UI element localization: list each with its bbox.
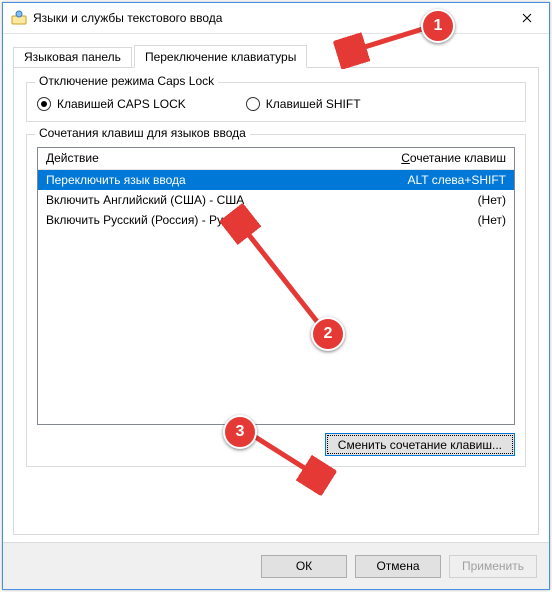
window-title: Языки и службы текстового ввода	[33, 11, 504, 25]
change-button-row: Сменить сочетание клавиш...	[37, 433, 515, 456]
tab-keyboard-switch[interactable]: Переключение клавиатуры	[134, 45, 307, 68]
change-hotkey-button[interactable]: Сменить сочетание клавиш...	[325, 433, 515, 456]
row-hotkey: (Нет)	[366, 213, 506, 227]
dialog-window: Языки и службы текстового ввода Языковая…	[2, 2, 550, 590]
hotkeys-listbox[interactable]: Действие Сочетание клавиш Переключить яз…	[37, 147, 515, 425]
button-label: ОК	[296, 559, 312, 573]
group-legend: Отключение режима Caps Lock	[35, 74, 218, 88]
tabpage-keyboard-switch: Отключение режима Caps Lock Клавишей CAP…	[13, 67, 539, 535]
titlebar: Языки и службы текстового ввода	[3, 3, 549, 34]
list-row[interactable]: Переключить язык ввода ALT слева+SHIFT	[38, 170, 514, 190]
radio-shift[interactable]: Клавишей SHIFT	[246, 97, 361, 111]
radio-row: Клавишей CAPS LOCK Клавишей SHIFT	[37, 97, 515, 111]
row-action: Переключить язык ввода	[46, 173, 366, 187]
client-area: Языковая панель Переключение клавиатуры …	[13, 43, 539, 535]
close-button[interactable]	[504, 3, 549, 33]
apply-button[interactable]: Применить	[449, 555, 537, 578]
tabstrip: Языковая панель Переключение клавиатуры	[13, 43, 539, 67]
tab-label: Языковая панель	[24, 50, 121, 64]
button-label: Отмена	[376, 559, 419, 573]
button-label: Применить	[462, 559, 524, 573]
radio-dot-icon	[37, 97, 51, 111]
app-icon	[11, 10, 27, 26]
radio-dot-icon	[246, 97, 260, 111]
tab-language-panel[interactable]: Языковая панель	[13, 47, 132, 67]
button-label: Сменить сочетание клавиш...	[338, 438, 502, 452]
group-input-hotkeys: Сочетания клавиш для языков ввода Действ…	[26, 134, 526, 467]
row-hotkey: ALT слева+SHIFT	[366, 173, 506, 187]
tab-label: Переключение клавиатуры	[145, 50, 296, 64]
cancel-button[interactable]: Отмена	[355, 555, 441, 578]
group-caps-lock: Отключение режима Caps Lock Клавишей CAP…	[26, 82, 526, 122]
row-action: Включить Английский (США) - США	[46, 193, 366, 207]
radio-label: Клавишей CAPS LOCK	[57, 97, 186, 111]
header-hotkey: Сочетание клавиш	[366, 151, 506, 165]
header-action: Действие	[46, 151, 366, 165]
radio-label: Клавишей SHIFT	[266, 97, 361, 111]
list-header: Действие Сочетание клавиш	[38, 148, 514, 170]
group-legend: Сочетания клавиш для языков ввода	[35, 126, 250, 140]
radio-caps-lock[interactable]: Клавишей CAPS LOCK	[37, 97, 186, 111]
ok-button[interactable]: ОК	[261, 555, 347, 578]
row-hotkey: (Нет)	[366, 193, 506, 207]
dialog-bottombar: ОК Отмена Применить	[3, 542, 549, 589]
row-action: Включить Русский (Россия) - Русская	[46, 213, 366, 227]
list-row[interactable]: Включить Русский (Россия) - Русская (Нет…	[38, 210, 514, 230]
list-row[interactable]: Включить Английский (США) - США (Нет)	[38, 190, 514, 210]
